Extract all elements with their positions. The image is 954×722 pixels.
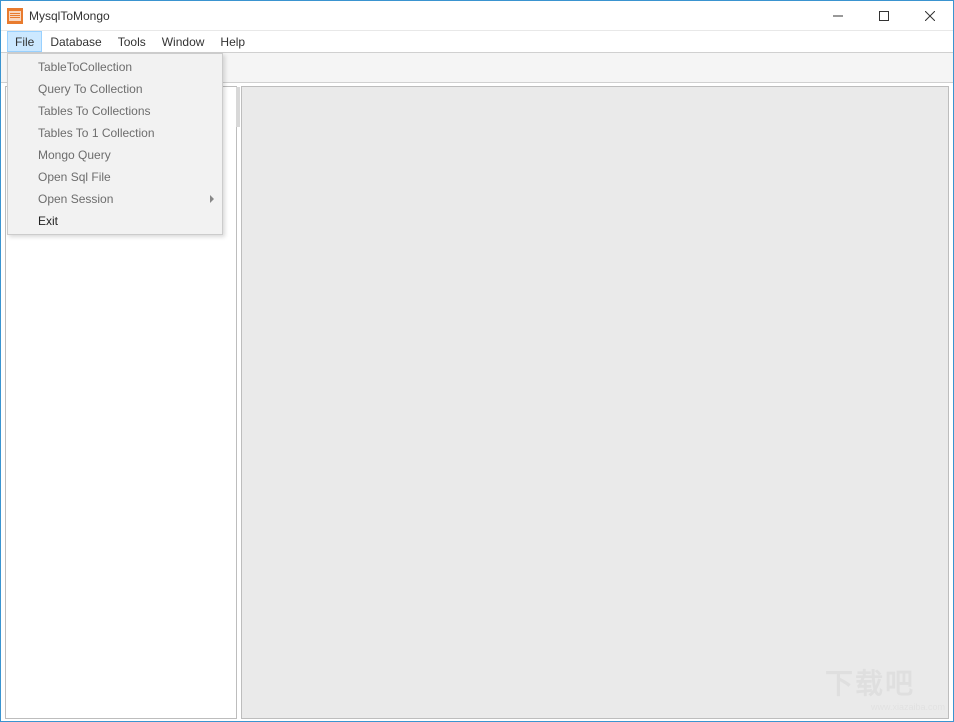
menu-open-sql-file[interactable]: Open Sql File: [10, 166, 220, 188]
menu-tables-to-1-collection[interactable]: Tables To 1 Collection: [10, 122, 220, 144]
minimize-button[interactable]: [815, 1, 861, 30]
menu-mongo-query[interactable]: Mongo Query: [10, 144, 220, 166]
window-controls: [815, 1, 953, 30]
close-button[interactable]: [907, 1, 953, 30]
file-dropdown: TableToCollection Query To Collection Ta…: [7, 53, 223, 235]
window-title: MysqlToMongo: [29, 9, 815, 23]
maximize-button[interactable]: [861, 1, 907, 30]
menu-database[interactable]: Database: [42, 31, 109, 52]
menu-help[interactable]: Help: [212, 31, 253, 52]
menu-tools[interactable]: Tools: [110, 31, 154, 52]
app-icon: [7, 8, 23, 24]
menu-open-session[interactable]: Open Session: [10, 188, 220, 210]
scrollbar-thumb[interactable]: [236, 87, 240, 127]
menu-window[interactable]: Window: [154, 31, 213, 52]
menubar: File Database Tools Window Help: [1, 31, 953, 53]
titlebar: MysqlToMongo: [1, 1, 953, 31]
right-panel: [241, 86, 949, 719]
menu-query-to-collection[interactable]: Query To Collection: [10, 78, 220, 100]
menu-table-to-collection[interactable]: TableToCollection: [10, 56, 220, 78]
menu-exit[interactable]: Exit: [10, 210, 220, 232]
chevron-right-icon: [210, 195, 214, 203]
menu-tables-to-collections[interactable]: Tables To Collections: [10, 100, 220, 122]
menu-file[interactable]: File: [7, 31, 42, 52]
